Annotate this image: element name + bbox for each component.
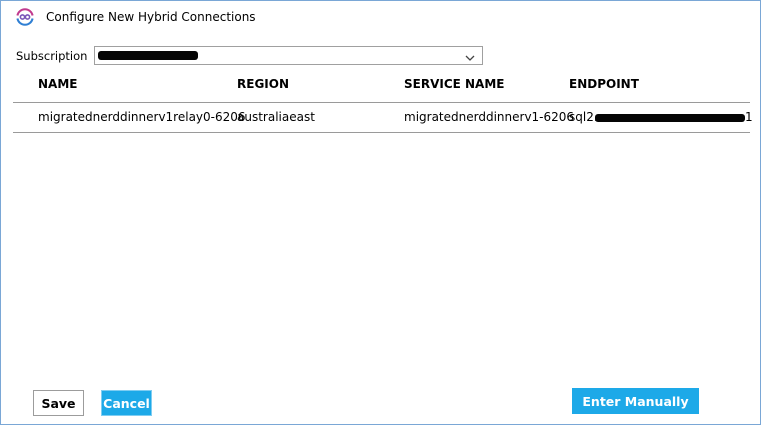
row-endpoint-suffix: 1 xyxy=(745,110,753,124)
save-button[interactable]: Save xyxy=(33,390,84,416)
column-header-service-name[interactable]: SERVICE NAME xyxy=(404,77,504,91)
row-name: migratednerddinnerv1relay0-6206 xyxy=(38,110,246,124)
hybrid-connection-icon xyxy=(15,7,35,27)
dialog-window: Configure New Hybrid Connections Subscri… xyxy=(0,0,761,425)
subscription-dropdown[interactable] xyxy=(94,46,483,65)
window-title: Configure New Hybrid Connections xyxy=(46,10,256,24)
row-divider xyxy=(13,132,750,133)
redaction-mark xyxy=(595,114,745,122)
column-header-region[interactable]: REGION xyxy=(237,77,289,91)
redaction-mark xyxy=(98,51,198,60)
cancel-button[interactable]: Cancel xyxy=(101,390,152,416)
connections-table: NAME REGION SERVICE NAME ENDPOINT migrat… xyxy=(13,69,753,135)
subscription-label: Subscription xyxy=(16,49,88,63)
row-region: australiaeast xyxy=(237,110,315,124)
row-service-name: migratednerddinnerv1-6206 xyxy=(404,110,575,124)
column-header-endpoint[interactable]: ENDPOINT xyxy=(569,77,639,91)
chevron-down-icon[interactable] xyxy=(464,49,476,61)
row-endpoint-prefix: sql2. xyxy=(569,110,598,124)
title-bar: Configure New Hybrid Connections xyxy=(1,1,760,33)
column-header-name[interactable]: NAME xyxy=(38,77,77,91)
enter-manually-button[interactable]: Enter Manually xyxy=(572,388,699,414)
